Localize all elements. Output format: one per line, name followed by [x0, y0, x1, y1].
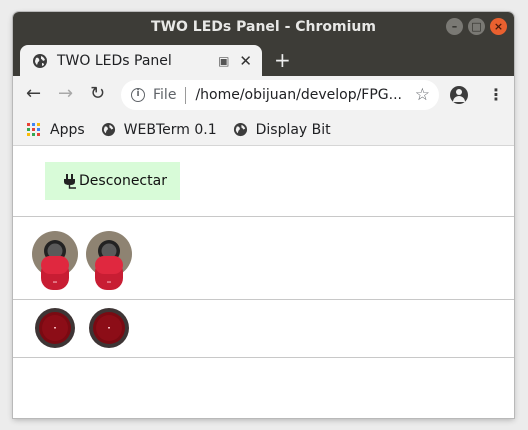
new-tab-button[interactable]: +: [274, 50, 291, 70]
browser-toolbar: ← → ↻ i File /home/obijuan/develop/FPG..…: [13, 76, 514, 114]
title-bar: TWO LEDs Panel - Chromium – □ ×: [13, 12, 514, 42]
bookmark-label: Display Bit: [255, 121, 331, 138]
tab-strip: TWO LEDs Panel ▣ ✕ +: [13, 42, 514, 76]
back-arrow-icon[interactable]: ←: [26, 84, 41, 104]
reload-icon[interactable]: ↻: [90, 84, 105, 104]
close-tab-icon[interactable]: ✕: [239, 52, 252, 70]
bookmarks-bar: Apps WEBTerm 0.1 Display Bit: [13, 114, 514, 146]
plug-icon: [64, 174, 76, 189]
window-controls: – □ ×: [446, 18, 507, 35]
globe-icon: [233, 122, 247, 137]
apps-grid-icon: [27, 123, 40, 136]
more-menu-icon[interactable]: ⋮: [488, 85, 504, 105]
globe-icon: [33, 53, 47, 68]
led-1: [35, 308, 75, 348]
divider: [13, 216, 514, 217]
bookmark-label: Apps: [50, 121, 85, 138]
account-icon[interactable]: [450, 86, 468, 104]
info-icon[interactable]: i: [131, 88, 145, 102]
tab-two-leds-panel[interactable]: TWO LEDs Panel ▣ ✕: [20, 45, 262, 76]
bookmark-webterm[interactable]: WEBTerm 0.1: [101, 122, 217, 138]
toggle-switch-1[interactable]: [31, 230, 79, 292]
close-window-button[interactable]: ×: [490, 18, 507, 35]
led-2: [89, 308, 129, 348]
toggle-switch-2[interactable]: [85, 230, 133, 292]
url-text[interactable]: /home/obijuan/develop/FPG...: [195, 87, 414, 103]
page-content: Desconectar: [13, 146, 514, 418]
minimize-button[interactable]: –: [446, 18, 463, 35]
forward-arrow-icon[interactable]: →: [58, 84, 73, 104]
media-icon[interactable]: ▣: [218, 54, 229, 68]
divider: [13, 299, 514, 300]
disconnect-button[interactable]: Desconectar: [45, 162, 180, 200]
bookmark-label: WEBTerm 0.1: [123, 121, 217, 138]
maximize-button[interactable]: □: [468, 18, 485, 35]
browser-window: TWO LEDs Panel - Chromium – □ × TWO LEDs…: [13, 12, 514, 418]
divider: [13, 357, 514, 358]
window-title: TWO LEDs Panel - Chromium: [151, 19, 376, 35]
bookmark-star-icon[interactable]: ☆: [415, 85, 430, 105]
url-scheme: File: [153, 87, 177, 103]
separator: [185, 86, 187, 104]
bookmark-apps[interactable]: Apps: [27, 122, 85, 138]
disconnect-label: Desconectar: [79, 173, 167, 189]
address-bar[interactable]: i File /home/obijuan/develop/FPG... ☆: [121, 80, 439, 110]
tab-title: TWO LEDs Panel: [57, 52, 172, 69]
globe-icon: [101, 122, 115, 137]
bookmark-display-bit[interactable]: Display Bit: [233, 122, 331, 138]
